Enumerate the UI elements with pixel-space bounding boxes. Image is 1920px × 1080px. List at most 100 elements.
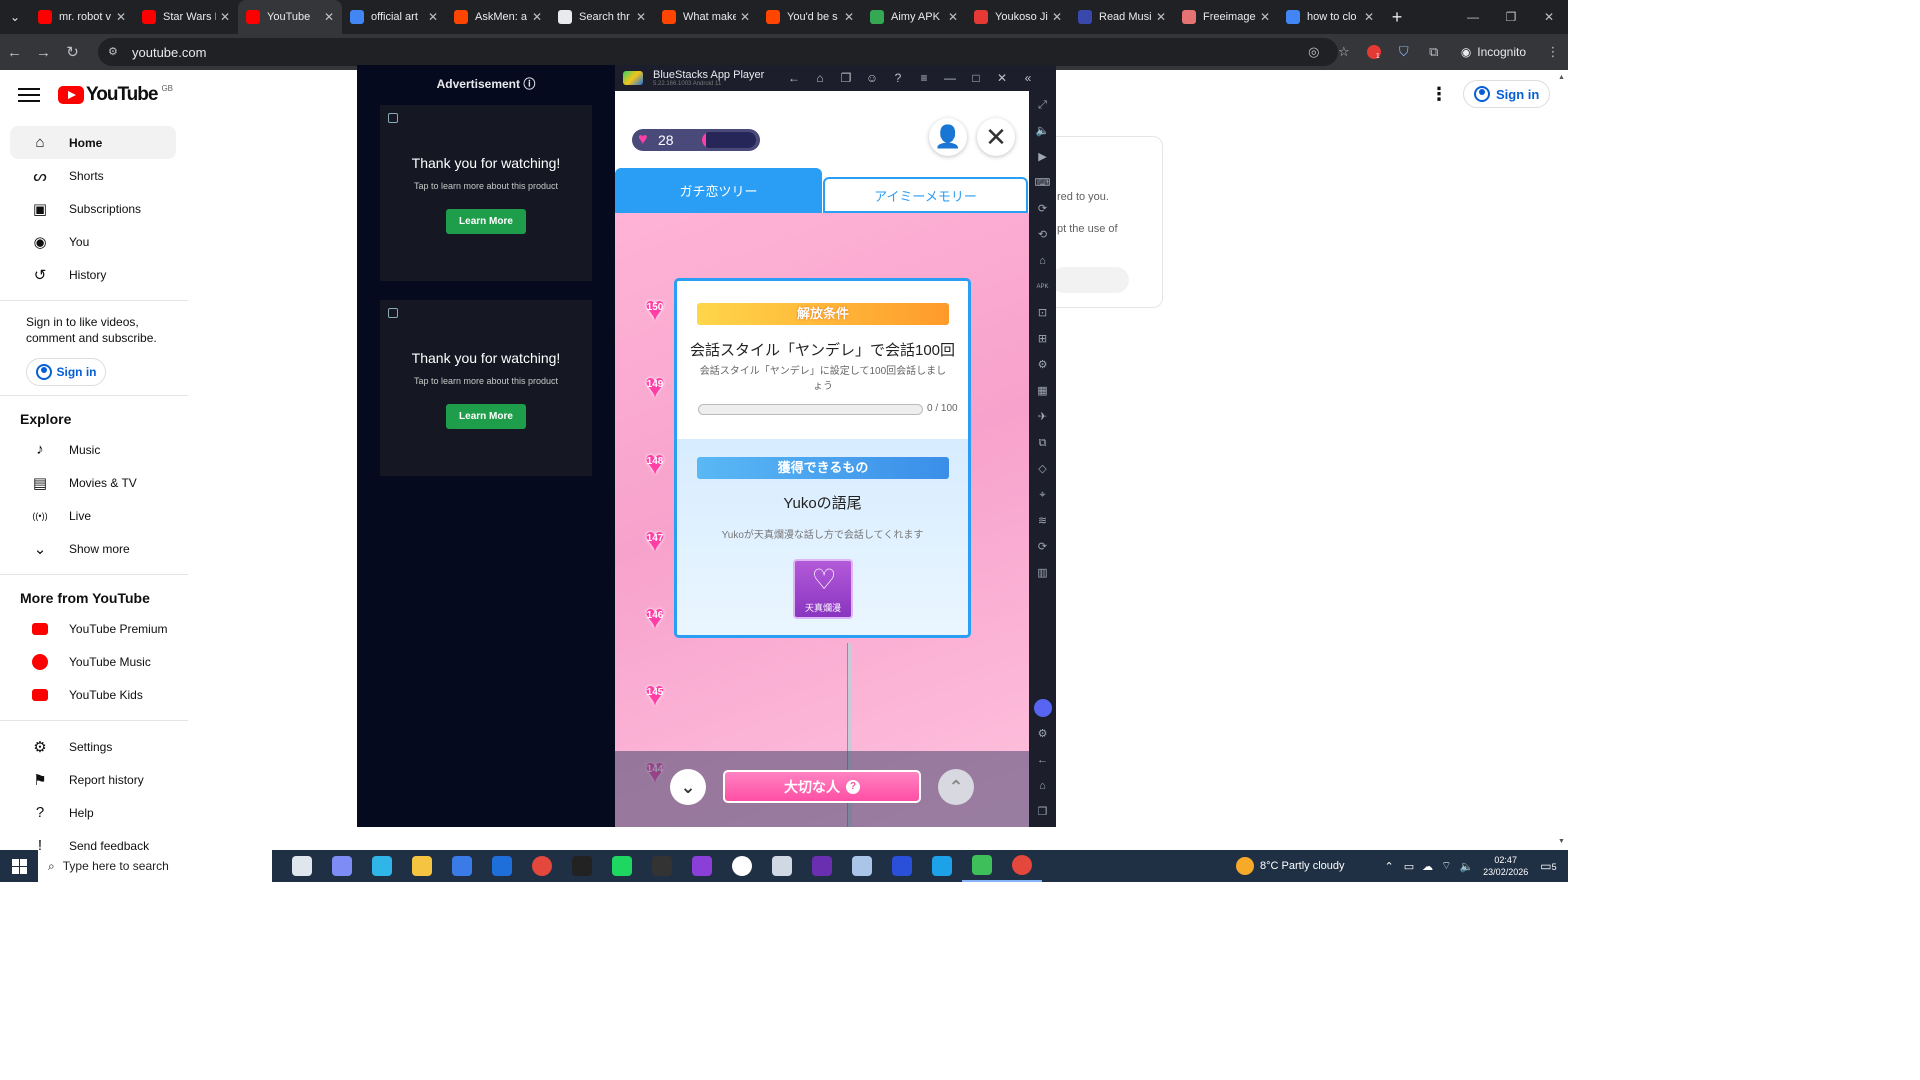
browser-tab[interactable]: Star Wars I ✕ [134, 0, 238, 34]
browser-tab[interactable]: YouTube ✕ [238, 0, 342, 34]
tray-app-icon[interactable]: ▭ [1404, 860, 1414, 873]
chrome-taskbar-button[interactable] [522, 850, 562, 882]
tab-gachikoi-tree[interactable]: ガチ恋ツリー [615, 168, 822, 213]
close-tab-icon[interactable]: ✕ [220, 10, 230, 24]
level-node[interactable]: ♥ 149 [637, 369, 673, 403]
eco-mode-icon[interactable]: ◇ [1029, 456, 1056, 482]
scroll-down-arrow-icon[interactable]: ▼ [1558, 838, 1565, 845]
sidebar-item-movies-tv[interactable]: ▤ Movies & TV [10, 466, 176, 499]
browser-tab[interactable]: Freeimage ✕ [1174, 0, 1278, 34]
browser-tab[interactable]: Search thr ✕ [550, 0, 654, 34]
app-violet-taskbar-button[interactable] [802, 850, 842, 882]
browser-tab[interactable]: What make ✕ [654, 0, 758, 34]
guide-menu-icon[interactable] [18, 84, 40, 104]
tray-overflow-icon[interactable]: ⌃ [1385, 860, 1394, 873]
browser-tab[interactable]: official art ✕ [342, 0, 446, 34]
app-cyan-taskbar-button[interactable] [922, 850, 962, 882]
taskbar-clock[interactable]: 02:47 23/02/2026 [1483, 854, 1528, 878]
menu-icon[interactable]: ≡ [911, 71, 937, 85]
location-icon[interactable]: ⌖ [1029, 482, 1056, 508]
settings-icon[interactable]: ⚙ [1029, 721, 1056, 747]
extensions-puzzle-icon[interactable]: ⧉ [1419, 34, 1449, 70]
maximize-icon[interactable]: □ [963, 71, 989, 85]
sidebar-item-you[interactable]: ◉ You [10, 225, 176, 258]
close-tab-icon[interactable]: ✕ [1364, 10, 1374, 24]
file-explorer-taskbar-button[interactable] [402, 850, 442, 882]
home-icon[interactable]: ⌂ [1029, 248, 1056, 274]
incognito-indicator[interactable]: ◉ Incognito [1449, 45, 1538, 59]
notification-center-icon[interactable]: ▭5 [1540, 859, 1556, 873]
account-icon[interactable]: ☺ [859, 71, 885, 85]
start-button[interactable] [0, 850, 38, 882]
level-node[interactable]: ♥ 146 [637, 600, 673, 634]
keyboard-icon[interactable]: ⌨ [1029, 170, 1056, 196]
live-app-taskbar-button[interactable] [562, 850, 602, 882]
recent-apps-icon[interactable]: ❐ [833, 71, 859, 85]
network-icon[interactable]: ⌔ [1441, 859, 1451, 873]
volume-icon[interactable]: 🔈 [1459, 860, 1473, 873]
close-window-button[interactable]: ✕ [1530, 0, 1568, 34]
browser-tab[interactable]: how to clo ✕ [1278, 0, 1382, 34]
app-pen-taskbar-button[interactable] [762, 850, 802, 882]
scroll-down-button[interactable]: ⌄ [670, 769, 706, 805]
sidebar-item-youtube-kids[interactable]: YouTube Kids [10, 678, 176, 711]
airplane-icon[interactable]: ✈ [1029, 404, 1056, 430]
weather-icon[interactable] [1236, 857, 1254, 875]
sidebar-item-youtube-premium[interactable]: YouTube Premium [10, 612, 176, 645]
close-tab-icon[interactable]: ✕ [532, 10, 542, 24]
learn-more-button[interactable]: Learn More [446, 404, 526, 429]
scroll-up-arrow-icon[interactable]: ▲ [1558, 74, 1565, 81]
ad-choices-icon[interactable] [388, 308, 398, 318]
screenshot-icon[interactable]: ⊡ [1029, 300, 1056, 326]
browser-tab[interactable]: AskMen: a ✕ [446, 0, 550, 34]
taskbar-search-box[interactable]: ⌕ Type here to search [38, 850, 272, 882]
sidebar-item-report-history[interactable]: ⚑ Report history [10, 763, 176, 796]
sidebar-item-help[interactable]: ? Help [10, 796, 176, 829]
close-tab-icon[interactable]: ✕ [948, 10, 958, 24]
multi-instance-icon[interactable]: ⧉ [1029, 430, 1056, 456]
media-icon[interactable]: ▶ [1029, 144, 1056, 170]
tracking-protection-icon[interactable]: ◎ [1299, 34, 1329, 70]
weather-text[interactable]: 8°C Partly cloudy [1260, 860, 1345, 872]
sidebar-item-home[interactable]: ⌂ Home [10, 126, 176, 159]
edge-taskbar-button[interactable] [362, 850, 402, 882]
more-options-icon[interactable]: ⋮ [1430, 84, 1448, 105]
sidebar-toggle-icon[interactable]: ▥ [1029, 560, 1056, 586]
browser-tab[interactable]: Read Musi ✕ [1070, 0, 1174, 34]
store-taskbar-button[interactable] [442, 850, 482, 882]
apk-install-icon[interactable]: APK [1029, 274, 1056, 300]
sidebar-item-history[interactable]: ↺ History [10, 258, 176, 291]
shield-extension-icon[interactable]: ⛉ [1389, 34, 1419, 70]
copilot-taskbar-button[interactable] [322, 850, 362, 882]
extension-badge-icon[interactable]: 1 [1359, 34, 1389, 70]
sidebar-item-show-more[interactable]: ⌄ Show more [10, 532, 176, 565]
back-icon[interactable]: ← [1029, 747, 1056, 773]
close-icon[interactable]: ✕ [989, 71, 1015, 85]
task-view-taskbar-button[interactable] [282, 850, 322, 882]
sign-in-button[interactable]: Sign in [1463, 80, 1551, 108]
sidebar-item-subscriptions[interactable]: ▣ Subscriptions [10, 192, 176, 225]
minimize-icon[interactable]: — [937, 71, 963, 85]
close-tab-icon[interactable]: ✕ [116, 10, 126, 24]
tab-search-button[interactable]: ⌄ [0, 0, 30, 34]
profile-button[interactable]: 👤 [929, 118, 967, 156]
forward-button[interactable]: → [29, 34, 58, 70]
sidebar-item-youtube-music[interactable]: YouTube Music [10, 645, 176, 678]
layers-icon[interactable]: ≋ [1029, 508, 1056, 534]
app-purple-taskbar-button[interactable] [682, 850, 722, 882]
recent-apps-icon[interactable]: ❐ [1029, 799, 1056, 825]
browser-tab[interactable]: Aimy APK ✕ [862, 0, 966, 34]
refresh-icon[interactable]: ⟳ [1029, 534, 1056, 560]
sidebar-item-send-feedback[interactable]: ! Send feedback [10, 829, 176, 850]
app-blue-taskbar-button[interactable] [882, 850, 922, 882]
close-tab-icon[interactable]: ✕ [1052, 10, 1062, 24]
home-icon[interactable]: ⌂ [807, 71, 833, 85]
level-node[interactable]: ♥ 148 [637, 446, 673, 480]
bluestacks-taskbar-button[interactable] [962, 850, 1002, 882]
browser-tab[interactable]: You'd be s ✕ [758, 0, 862, 34]
level-node[interactable]: ♥ 150 [637, 292, 673, 326]
collapse-sidebar-icon[interactable]: « [1015, 71, 1041, 85]
sync-icon[interactable]: ⟲ [1029, 222, 1056, 248]
close-tab-icon[interactable]: ✕ [324, 10, 334, 24]
close-tab-icon[interactable]: ✕ [740, 10, 750, 24]
